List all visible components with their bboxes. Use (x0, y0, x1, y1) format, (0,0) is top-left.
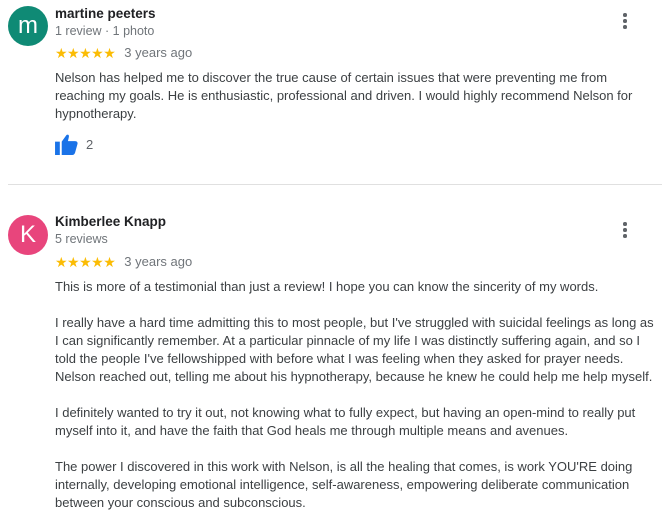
star-rating: ★★★★★ (55, 44, 116, 61)
avatar[interactable]: K (8, 215, 48, 255)
rating-row: ★★★★★ 3 years ago (55, 45, 192, 60)
thumb-up-icon (55, 134, 78, 155)
review-paragraph: Nelson has helped me to discover the tru… (55, 70, 633, 121)
review-paragraph: The power I discovered in this work with… (55, 459, 633, 510)
more-vert-icon (623, 13, 627, 17)
review-date: 3 years ago (124, 254, 193, 269)
review-date: 3 years ago (124, 45, 193, 60)
more-vert-icon (623, 222, 627, 226)
reviewer-name[interactable]: martine peeters (55, 6, 156, 21)
more-options-button[interactable] (617, 10, 633, 32)
like-button[interactable]: 2 (55, 134, 93, 155)
reviewer-meta: 1 review · 1 photo (55, 24, 155, 38)
like-count: 2 (86, 137, 94, 152)
review-paragraph: This is more of a testimonial than just … (55, 279, 599, 294)
review-text: This is more of a testimonial than just … (55, 278, 660, 512)
review-paragraph: I really have a hard time admitting this… (55, 315, 654, 384)
more-options-button[interactable] (617, 219, 633, 241)
rating-row: ★★★★★ 3 years ago (55, 254, 192, 269)
review-divider (8, 184, 662, 185)
avatar[interactable]: m (8, 6, 48, 46)
review-paragraph: I definitely wanted to try it out, not k… (55, 405, 636, 438)
review-text: Nelson has helped me to discover the tru… (55, 69, 660, 123)
reviewer-name[interactable]: Kimberlee Knapp (55, 214, 166, 229)
reviewer-meta: 5 reviews (55, 232, 108, 246)
star-rating: ★★★★★ (55, 253, 116, 270)
